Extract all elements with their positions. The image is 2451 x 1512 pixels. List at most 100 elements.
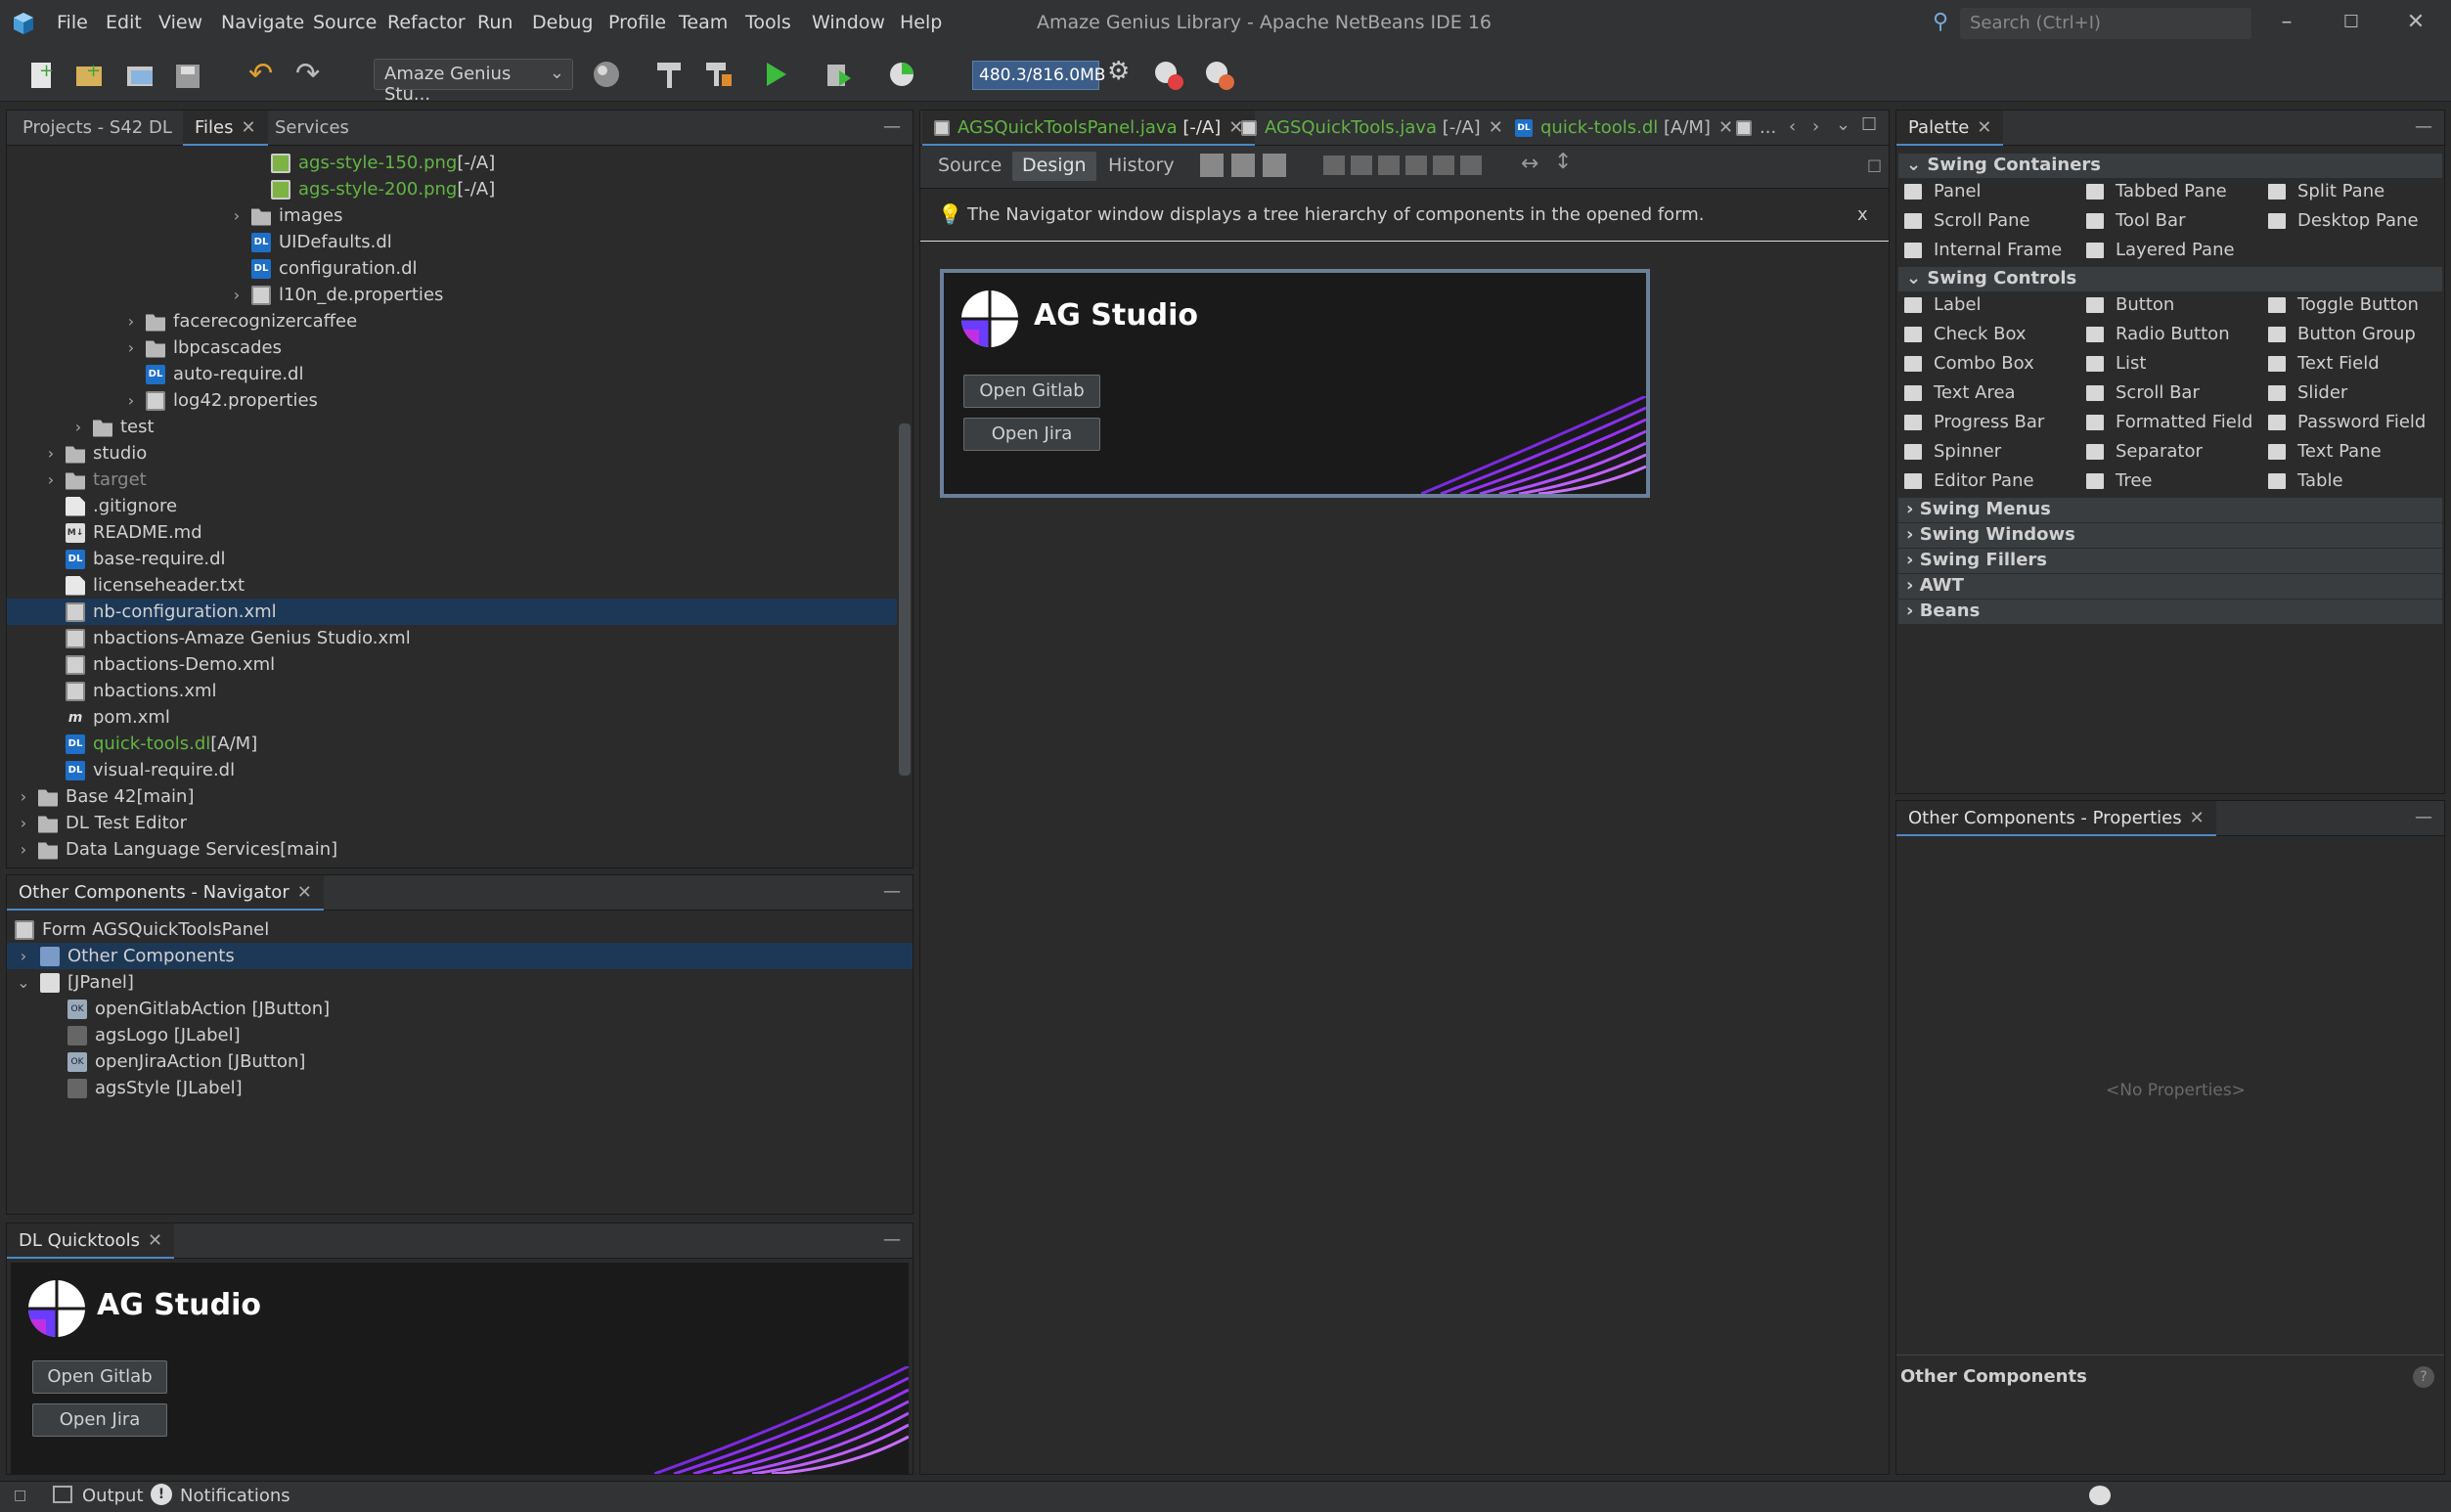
palette-category-swing-controls[interactable]: ⌄ Swing Controls xyxy=(1898,267,2442,291)
tree-item[interactable]: › facerecognizercaffee xyxy=(122,308,357,334)
minimize-window-icon[interactable]: – xyxy=(2273,10,2300,37)
tree-item[interactable]: nbactions-Amaze Genius Studio.xml xyxy=(66,625,411,651)
new-file-icon[interactable]: + xyxy=(25,57,61,92)
palette-item[interactable]: Scroll Bar xyxy=(2086,382,2200,403)
save-all-icon[interactable] xyxy=(172,57,207,92)
tree-item[interactable]: DL configuration.dl xyxy=(251,255,418,282)
connection-mode-icon[interactable] xyxy=(1231,154,1255,177)
palette-item[interactable]: Formatted Field xyxy=(2086,412,2252,432)
align-left-icon[interactable] xyxy=(1323,156,1345,175)
tree-item[interactable]: › images xyxy=(228,202,343,229)
browser-globe-icon[interactable] xyxy=(591,57,626,92)
tree-item[interactable]: M↓ README.md xyxy=(66,519,202,546)
tree-item[interactable]: licenseheader.txt xyxy=(66,572,245,599)
close-tab-icon[interactable]: ✕ xyxy=(2190,808,2205,828)
menu-edit[interactable]: Edit xyxy=(106,12,142,33)
palette-item[interactable]: Text Field xyxy=(2268,353,2380,374)
design-mode-button[interactable]: Design xyxy=(1012,152,1096,181)
palette-item[interactable]: Button Group xyxy=(2268,324,2416,344)
palette-category-swing-containers[interactable]: ⌄ Swing Containers xyxy=(1898,154,2442,178)
palette-item[interactable]: Panel xyxy=(1904,181,1982,201)
palette-item[interactable]: Password Field xyxy=(2268,412,2426,432)
tree-item[interactable]: › test xyxy=(69,414,155,440)
tree-item[interactable]: ags-style-200.png [-/A] xyxy=(271,176,495,202)
tab-projects[interactable]: Projects - S42 DL xyxy=(11,111,184,146)
close-window-icon[interactable]: ✕ xyxy=(2402,10,2429,37)
palette-item[interactable]: List xyxy=(2086,353,2146,374)
project-config-select[interactable]: Amaze Genius Stu... ⌄ xyxy=(374,59,573,105)
tree-item[interactable]: m pom.xml xyxy=(66,704,170,731)
chevron-right-icon[interactable]: › xyxy=(42,444,60,463)
close-tab-icon[interactable]: ✕ xyxy=(148,1230,162,1251)
palette-category-awt[interactable]: › AWT xyxy=(1898,574,2442,599)
tree-item[interactable]: DL auto-require.dl xyxy=(146,361,303,387)
nav-item[interactable]: OK openGitlabAction [JButton] xyxy=(67,996,330,1022)
palette-item[interactable]: Split Pane xyxy=(2268,181,2384,201)
palette-item[interactable]: Table xyxy=(2268,470,2343,491)
tab-quick-tools-dl[interactable]: DL quick-tools.dl [A/M] ✕ xyxy=(1503,111,1745,146)
minimize-panel-icon[interactable]: — xyxy=(883,116,901,137)
palette-item[interactable]: Desktop Pane xyxy=(2268,210,2419,231)
tree-item[interactable]: DL base-require.dl xyxy=(66,546,226,572)
maximize-window-icon[interactable]: ☐ xyxy=(2338,12,2365,39)
tree-item[interactable]: DL UIDefaults.dl xyxy=(251,229,392,255)
minimize-panel-icon[interactable]: — xyxy=(883,881,901,902)
tree-item[interactable]: › l10n_de.properties xyxy=(228,282,444,308)
nav-item[interactable]: agsStyle [JLabel] xyxy=(67,1075,243,1101)
maximize-editor-icon[interactable]: ☐ xyxy=(1861,114,1877,135)
close-tab-icon[interactable]: ✕ xyxy=(1977,117,1991,138)
palette-item[interactable]: Tree xyxy=(2086,470,2153,491)
tree-item[interactable]: › target xyxy=(42,467,147,493)
gc-icon[interactable]: ⚙ xyxy=(1107,57,1142,92)
profile-icon[interactable] xyxy=(886,57,921,92)
tree-item[interactable]: › Base 42 [main] xyxy=(15,783,195,810)
clean-build-icon[interactable] xyxy=(702,57,737,92)
build-hammer-icon[interactable] xyxy=(653,57,689,92)
tab-scroll-right-icon[interactable]: › xyxy=(1812,116,1819,137)
notifications-button[interactable]: Notifications xyxy=(180,1486,290,1506)
chevron-right-icon[interactable]: › xyxy=(69,418,87,436)
form-open-jira-button[interactable]: Open Jira xyxy=(963,418,1100,451)
palette-category-swing-menus[interactable]: › Swing Menus xyxy=(1898,498,2442,522)
palette-item[interactable]: Scroll Pane xyxy=(1904,210,2030,231)
open-jira-button[interactable]: Open Jira xyxy=(32,1403,167,1437)
menu-debug[interactable]: Debug xyxy=(532,12,593,33)
nav-item[interactable]: agsLogo [JLabel] xyxy=(67,1022,241,1048)
stop-profiling-icon[interactable] xyxy=(1150,57,1185,92)
tab-navigator[interactable]: Other Components - Navigator ✕ xyxy=(7,875,324,911)
chevron-right-icon[interactable]: › xyxy=(122,338,140,357)
chevron-right-icon[interactable]: › xyxy=(15,814,32,832)
redo-icon[interactable]: ↷ xyxy=(295,57,331,92)
chevron-right-icon[interactable]: › xyxy=(15,840,32,859)
palette-item[interactable]: Text Pane xyxy=(2268,441,2382,462)
chevron-right-icon[interactable]: › xyxy=(42,470,60,489)
align-bottom-icon[interactable] xyxy=(1433,156,1454,175)
tab-properties[interactable]: Other Components - Properties ✕ xyxy=(1896,801,2216,836)
resize-horizontal-icon[interactable]: ↔ xyxy=(1521,152,1538,176)
tree-item[interactable]: › DL Test Editor xyxy=(15,810,187,836)
nav-item[interactable]: ⌄ [JPanel] xyxy=(15,969,134,996)
run-icon[interactable] xyxy=(761,57,796,92)
center-vertically-icon[interactable] xyxy=(1460,156,1482,175)
output-button[interactable]: Output xyxy=(82,1486,144,1506)
selection-mode-icon[interactable] xyxy=(1200,154,1224,177)
palette-item[interactable]: Check Box xyxy=(1904,324,2027,344)
menu-help[interactable]: Help xyxy=(900,12,942,33)
minimize-panel-icon[interactable]: — xyxy=(883,1229,901,1250)
menu-view[interactable]: View xyxy=(158,12,202,33)
menu-team[interactable]: Team xyxy=(679,12,728,33)
nav-item[interactable]: OK openJiraAction [JButton] xyxy=(67,1048,305,1075)
menu-run[interactable]: Run xyxy=(477,12,512,33)
tab-quicktools[interactable]: DL Quicktools ✕ xyxy=(7,1223,175,1259)
open-project-icon[interactable] xyxy=(123,57,158,92)
search-input[interactable]: Search (Ctrl+I) xyxy=(1960,8,2251,39)
tree-item-selected[interactable]: nb-configuration.xml xyxy=(7,599,897,625)
chevron-right-icon[interactable]: › xyxy=(15,947,32,965)
tree-item[interactable]: › lbpcascades xyxy=(122,334,282,361)
design-form-preview[interactable]: AG Studio Open Gitlab Open Jira xyxy=(940,269,1650,498)
align-right-icon[interactable] xyxy=(1351,156,1372,175)
tree-item[interactable]: nbactions.xml xyxy=(66,678,217,704)
tab-services[interactable]: Services xyxy=(263,111,361,146)
help-icon[interactable]: ? xyxy=(2413,1366,2434,1388)
tree-item[interactable]: DL visual-require.dl xyxy=(66,757,235,783)
